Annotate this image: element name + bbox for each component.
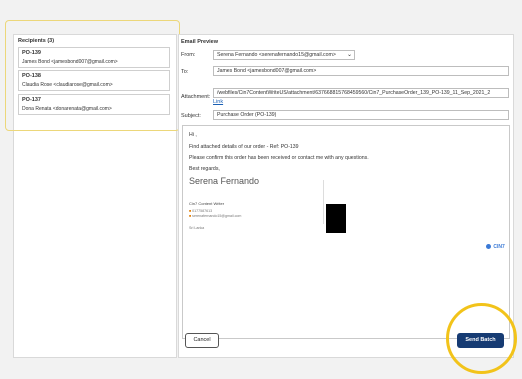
phone-value: 0177587613 bbox=[192, 209, 213, 213]
brand-text: CIN7 bbox=[493, 244, 505, 250]
subject-label: Subject: bbox=[181, 113, 201, 119]
from-value: Serena Fernando <serenafernando15@gmail.… bbox=[217, 52, 336, 58]
subject-value: Purchase Order (PO-139) bbox=[217, 112, 277, 118]
attachment-value: /webfiles/Cin7ContentWriteUS/attachment/… bbox=[217, 90, 491, 96]
email-value: serenafernando15@gmail.com bbox=[192, 214, 242, 218]
to-field[interactable]: James Bond <jamesbond007@gmail.com> bbox=[213, 66, 509, 76]
signature-name: Serena Fernando bbox=[189, 176, 260, 186]
to-value: James Bond <jamesbond007@gmail.com> bbox=[217, 68, 317, 74]
attachment-label: Attachment: bbox=[181, 94, 211, 100]
attachment-link[interactable]: Link bbox=[213, 99, 223, 105]
email-body[interactable]: Hi , Find attached details of our order … bbox=[182, 125, 510, 339]
cancel-button[interactable]: Cancel bbox=[185, 333, 219, 348]
chevron-down-icon: ⌄ bbox=[346, 52, 352, 58]
send-button-highlight bbox=[446, 303, 517, 374]
signature-country: Sri Lanka bbox=[189, 226, 205, 230]
body-closing: Best regards, bbox=[189, 166, 220, 172]
body-line-2: Please confirm this order has been recei… bbox=[189, 155, 369, 161]
signature-company: Cin7 Content Writer bbox=[189, 201, 225, 206]
body-greeting: Hi , bbox=[189, 132, 197, 138]
signature-phone: ■ 0177587613 bbox=[189, 209, 212, 213]
signature-email: ■ serenafernando15@gmail.com bbox=[189, 214, 241, 218]
subject-field[interactable]: Purchase Order (PO-139) bbox=[213, 110, 509, 120]
phone-icon: ■ bbox=[189, 209, 192, 213]
redacted-image bbox=[326, 204, 346, 233]
from-select[interactable]: Serena Fernando <serenafernando15@gmail.… bbox=[213, 50, 355, 60]
email-icon: ■ bbox=[189, 214, 192, 218]
to-label: To: bbox=[181, 69, 189, 75]
from-label: From: bbox=[181, 52, 196, 58]
attachment-field[interactable]: /webfiles/Cin7ContentWriteUS/attachment/… bbox=[213, 88, 509, 98]
signature-divider bbox=[323, 180, 324, 224]
brand-icon bbox=[486, 244, 491, 249]
brand-logo: CIN7 bbox=[486, 244, 505, 250]
recipients-highlight bbox=[5, 20, 180, 131]
body-line-1: Find attached details of our order - Ref… bbox=[189, 144, 299, 150]
email-preview-title: Email Preview bbox=[181, 39, 218, 45]
